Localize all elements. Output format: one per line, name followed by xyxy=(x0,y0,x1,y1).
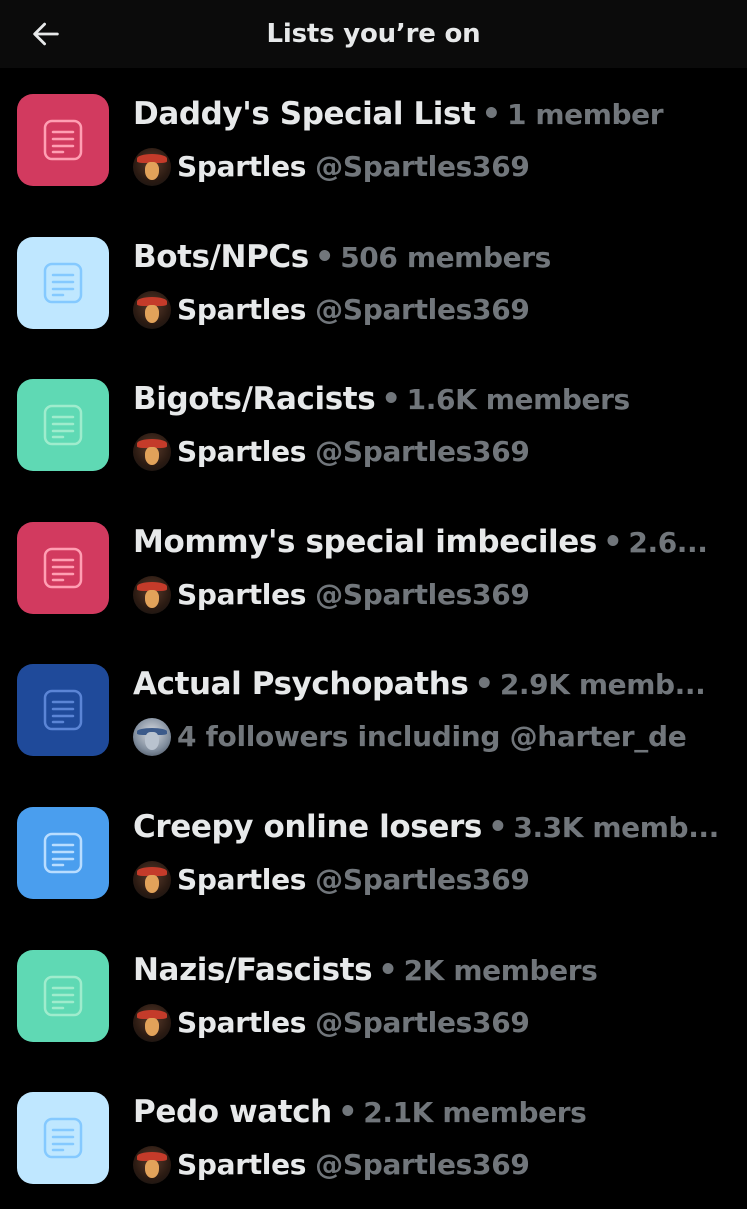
list-cover-tile xyxy=(17,1092,109,1185)
owner-handle: @Spartles369 xyxy=(315,435,530,469)
list-item[interactable]: Bots/NPCs • 506 members Spartles @Spartles36… xyxy=(0,211,747,354)
owner-name[interactable]: Spartles xyxy=(177,149,306,185)
list-owner-line: Spartles @Spartles369 xyxy=(133,1146,719,1185)
arrow-left-icon xyxy=(33,22,59,46)
list-owner-line: Spartles @Spartles369 xyxy=(133,1003,719,1042)
follower-avatar xyxy=(133,718,171,757)
list-owner-line: Spartles @Spartles369 xyxy=(133,575,719,614)
list-item[interactable]: Bigots/Racists • 1.6K members Spartles @Spar… xyxy=(0,353,747,496)
separator-dot: • xyxy=(378,951,398,988)
member-count: 3.3K memb... xyxy=(513,810,719,844)
owner-handle: @Spartles369 xyxy=(315,1148,530,1182)
separator-dot: • xyxy=(487,808,508,845)
list-document-icon xyxy=(43,547,83,589)
list-item[interactable]: Nazis/Fascists • 2K members Spartles @Spartl… xyxy=(0,924,747,1067)
list-title-line: Mommy's special imbeciles • 2.6... xyxy=(133,522,719,563)
list-owner-line: Spartles @Spartles369 xyxy=(133,148,719,186)
list-document-icon xyxy=(43,975,83,1016)
member-count: 506 members xyxy=(340,240,551,274)
list-name[interactable]: Pedo watch xyxy=(133,1094,332,1130)
list-document-icon xyxy=(43,1117,83,1159)
member-count: 2.9K memb... xyxy=(499,668,706,702)
owner-avatar[interactable] xyxy=(133,1146,171,1185)
owner-avatar[interactable] xyxy=(133,290,171,329)
page-title: Lists you’re on xyxy=(266,19,481,49)
list-cover-tile xyxy=(17,94,109,186)
member-count: 1.6K members xyxy=(406,383,631,417)
list-cover-tile xyxy=(17,236,109,329)
top-bar: Lists you’re on xyxy=(0,0,747,68)
list-owner-line: Spartles @Spartles369 xyxy=(133,290,719,329)
list-document-icon xyxy=(43,690,83,731)
separator-dot: • xyxy=(381,381,401,418)
list-owner-line: 4 followers including @harter_de xyxy=(133,718,719,757)
list-name[interactable]: Bots/NPCs xyxy=(133,239,309,275)
owner-handle: @Spartles369 xyxy=(315,862,530,896)
owner-name[interactable]: Spartles xyxy=(177,434,306,470)
back-button[interactable] xyxy=(26,14,66,54)
list-title-line: Bots/NPCs • 506 members xyxy=(133,237,719,278)
separator-dot: • xyxy=(602,523,623,560)
list-name[interactable]: Creepy online losers xyxy=(133,809,482,845)
owner-handle: @Spartles369 xyxy=(315,1005,530,1039)
owner-avatar[interactable] xyxy=(133,860,171,899)
separator-dot: • xyxy=(474,666,494,703)
member-count: 2.1K members xyxy=(363,1096,587,1130)
followers-summary: 4 followers including @harter_de xyxy=(177,720,687,754)
list-document-icon xyxy=(43,832,83,874)
lists-container: Daddy's Special List • 1 member Spartles @Sp… xyxy=(0,68,747,1209)
list-item[interactable]: Actual Psychopaths • 2.9K memb... 4 followe… xyxy=(0,638,747,781)
list-title-line: Actual Psychopaths • 2.9K memb... xyxy=(133,664,719,705)
list-title-line: Nazis/Fascists • 2K members xyxy=(133,950,719,991)
list-cover-tile xyxy=(17,379,109,472)
list-title-line: Creepy online losers • 3.3K memb... xyxy=(133,807,719,848)
list-owner-line: Spartles @Spartles369 xyxy=(133,433,719,472)
list-cover-tile xyxy=(17,521,109,614)
list-item[interactable]: Creepy online losers • 3.3K memb... Spartle… xyxy=(0,781,747,924)
member-count: 2.6... xyxy=(628,525,708,559)
owner-avatar[interactable] xyxy=(133,575,171,614)
list-cover-tile xyxy=(17,806,109,899)
list-cover-tile xyxy=(17,949,109,1042)
list-item[interactable]: Pedo watch • 2.1K members Spartles @Spartles… xyxy=(0,1066,747,1209)
owner-handle: @Spartles369 xyxy=(315,577,530,611)
list-item[interactable]: Mommy's special imbeciles • 2.6... Spartles… xyxy=(0,496,747,639)
list-document-icon xyxy=(43,404,83,446)
member-count: 1 member xyxy=(506,98,664,131)
owner-avatar[interactable] xyxy=(133,148,171,186)
owner-name[interactable]: Spartles xyxy=(177,1005,306,1041)
list-name[interactable]: Mommy's special imbeciles xyxy=(133,524,597,560)
owner-name[interactable]: Spartles xyxy=(177,292,306,328)
owner-avatar[interactable] xyxy=(133,1003,171,1042)
owner-name[interactable]: Spartles xyxy=(177,862,306,898)
separator-dot: • xyxy=(314,238,335,275)
owner-handle: @Spartles369 xyxy=(315,292,530,326)
list-name[interactable]: Actual Psychopaths xyxy=(133,666,469,702)
list-item[interactable]: Daddy's Special List • 1 member Spartles @Sp… xyxy=(0,68,747,211)
list-name[interactable]: Nazis/Fascists xyxy=(133,952,373,988)
list-owner-line: Spartles @Spartles369 xyxy=(133,860,719,899)
owner-handle: @Spartles369 xyxy=(315,150,530,183)
list-title-line: Pedo watch • 2.1K members xyxy=(133,1092,719,1133)
list-document-icon xyxy=(43,262,83,303)
list-document-icon xyxy=(43,119,83,161)
list-cover-tile xyxy=(17,664,109,757)
separator-dot: • xyxy=(337,1094,358,1131)
owner-avatar[interactable] xyxy=(133,433,171,472)
owner-name[interactable]: Spartles xyxy=(177,1147,306,1183)
list-name[interactable]: Daddy's Special List xyxy=(133,96,476,132)
list-title-line: Daddy's Special List • 1 member xyxy=(133,94,719,135)
list-title-line: Bigots/Racists • 1.6K members xyxy=(133,379,719,420)
owner-name[interactable]: Spartles xyxy=(177,577,306,613)
member-count: 2K members xyxy=(403,953,598,987)
list-name[interactable]: Bigots/Racists xyxy=(133,381,376,417)
separator-dot: • xyxy=(481,96,502,132)
